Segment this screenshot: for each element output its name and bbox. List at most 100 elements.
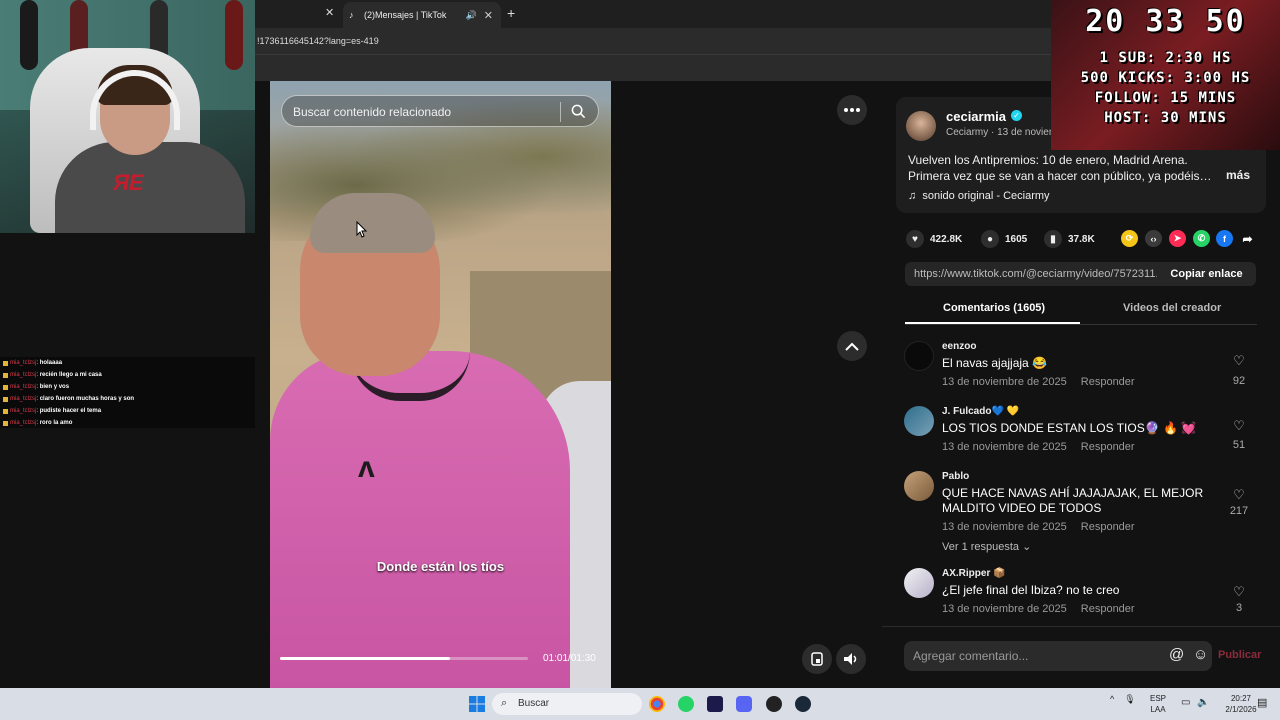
creator-avatar[interactable] [906,111,936,141]
video-player[interactable]: ʌ Buscar contenido relacionado Donde est… [270,81,611,688]
verified-icon: ✓ [1011,110,1022,121]
comment-like-icon[interactable]: ♡ [1224,418,1254,434]
comment-button[interactable]: ● 1605 [981,230,1027,248]
reply-button[interactable]: Responder [1081,521,1135,533]
reply-button[interactable]: Responder [1081,603,1135,615]
send-icon[interactable]: ➤ [1169,230,1186,247]
comment-icon: ● [981,230,999,248]
goal-sub: 1 SUB: 2:30 HS [1099,50,1232,66]
search-icon[interactable] [571,104,586,119]
save-count: 37.8K [1068,233,1095,245]
tab-creator-videos[interactable]: Videos del creador [1123,302,1221,314]
close-tab-icon[interactable]: ✕ [325,6,334,19]
creator-name[interactable]: ceciarmia [946,109,1006,124]
more-options-button[interactable] [837,95,867,125]
copy-link-button[interactable]: Copiar enlace [1157,262,1256,286]
comment-text: LOS TIOS DONDE ESTAN LOS TIOS🔮 🔥 💓 [942,421,1197,435]
comment-meta: 13 de noviembre de 2025 Responder [942,603,1135,615]
progress-bar[interactable] [280,657,528,660]
browser-tab-bar: ✕ ♪ (2)Mensajes | TikTok 🔊 ✕ + [255,0,1051,28]
whatsapp-icon[interactable]: ✆ [1193,230,1210,247]
bookmarks-bar [255,54,1051,81]
taskbar-search[interactable]: ⌕ Buscar [492,693,642,715]
stream-goals-overlay: 20 33 50 1 SUB: 2:30 HS 500 KICKS: 3:00 … [1051,0,1280,150]
comment-date: 13 de noviembre de 2025 [942,441,1067,453]
post-button[interactable]: Publicar [1218,649,1261,661]
panel-tabs: Comentarios (1605) Videos del creador [905,293,1257,325]
comment-like-icon[interactable]: ♡ [1224,487,1254,503]
emoji-icon[interactable]: ☺ [1193,646,1208,663]
comment-date: 13 de noviembre de 2025 [942,376,1067,388]
tab-tiktok[interactable]: ♪ (2)Mensajes | TikTok 🔊 ✕ [343,2,501,28]
speaker-icon[interactable]: 🔊 [466,10,477,21]
comment-meta: 13 de noviembre de 2025 Responder [942,376,1135,388]
comment-date: 13 de noviembre de 2025 [942,521,1067,533]
coin-icon[interactable]: ⟳ [1121,230,1138,247]
address-bar[interactable]: !1736116645142?lang=es-419 [255,28,1051,54]
comment-like-icon[interactable]: ♡ [1224,584,1254,600]
new-tab-button[interactable]: + [507,5,515,21]
language-indicator[interactable]: ESP LAA [1150,693,1166,715]
comment-like-icon[interactable]: ♡ [1224,353,1254,369]
system-tray[interactable]: ^ 🎙 [1110,694,1136,705]
chat-line: mia_tclzsj: pudiste hacer el tema [0,405,258,417]
notification-icon[interactable]: ▤ [1257,696,1267,709]
comment-username[interactable]: Pablo [942,471,969,482]
video-time: 01:01/01:30 [543,653,596,664]
comment-meta: 13 de noviembre de 2025 Responder [942,521,1135,533]
embed-icon[interactable]: ‹› [1145,230,1162,247]
comment-like-count: 51 [1232,439,1246,451]
like-count: 422.8K [930,233,963,245]
facebook-icon[interactable]: f [1216,230,1233,247]
comment-username[interactable]: J. Fulcado💙 💛 [942,406,1019,417]
action-row: ♥ 422.8K ● 1605 ▮ 37.8K ⟳ ‹› ➤ ✆ f ➦ [906,230,1266,250]
lang-code: ESP [1150,694,1167,703]
close-tab-icon[interactable]: ✕ [484,9,493,22]
premiere-icon[interactable] [707,696,723,712]
comment-like-count: 3 [1235,602,1243,614]
steam-icon[interactable] [795,696,811,712]
url-text[interactable]: !1736116645142?lang=es-419 [257,36,379,46]
comment-username[interactable]: AX.Ripper 📦 [942,568,1006,579]
save-button[interactable]: ▮ 37.8K [1044,230,1095,248]
previous-video-button[interactable] [837,331,867,361]
comment-input[interactable]: Agregar comentario... [904,641,1212,671]
chat-line: mia_tclzsj: bien y vos [0,381,258,393]
video-link-field[interactable]: https://www.tiktok.com/@ceciarmy/video/7… [905,262,1157,286]
stream-chat: mia_tclzsj: holaaaa mia_tclzsj: recién l… [0,357,258,428]
comment-username[interactable]: eenzoo [942,341,976,352]
network-icon[interactable]: ▭ [1181,697,1190,708]
related-search-input[interactable]: Buscar contenido relacionado [281,95,599,127]
heart-icon: ♥ [906,230,924,248]
commenter-avatar[interactable] [904,341,934,371]
windows-start-icon[interactable] [469,696,485,712]
commenter-avatar[interactable] [904,568,934,598]
reply-button[interactable]: Responder [1081,441,1135,453]
tab-comments[interactable]: Comentarios (1605) [943,302,1045,314]
pip-button[interactable] [802,644,832,674]
discord-icon[interactable] [736,696,752,712]
comment-composer: Agregar comentario... @ ☺ Publicar [882,626,1280,688]
goal-kicks: 500 KICKS: 3:00 HS [1080,70,1251,86]
comment-text: QUE HACE NAVAS AHÍ JAJAJAJAK, EL MEJOR M… [942,486,1204,515]
commenter-avatar[interactable] [904,471,934,501]
chat-line: mia_tclzsj: claro fueron muchas horas y … [0,393,258,405]
chrome-icon[interactable] [649,696,665,712]
more-link[interactable]: más [1226,168,1250,182]
obs-icon[interactable] [766,696,782,712]
tab-title: (2)Mensajes | TikTok [364,10,447,20]
video-caption: Donde están los tíos [376,559,505,574]
share-icon[interactable]: ➦ [1239,230,1256,247]
volume-icon[interactable]: 🔈 [1197,697,1209,708]
reply-button[interactable]: Responder [1081,376,1135,388]
commenter-avatar[interactable] [904,406,934,436]
like-button[interactable]: ♥ 422.8K [906,230,962,248]
mention-icon[interactable]: @ [1169,646,1184,663]
comment-item: eenzoo El navas ajajjaja 😂 13 de noviemb… [904,341,1254,391]
sound-link[interactable]: ♫ sonido original - Ceciarmy [908,190,1050,202]
chat-line: mia_tclzsj: holaaaa [0,357,258,369]
whatsapp-icon[interactable] [678,696,694,712]
volume-icon [844,653,857,665]
view-replies-button[interactable]: Ver 1 respuesta ⌄ [942,540,1031,553]
volume-button[interactable] [836,644,866,674]
